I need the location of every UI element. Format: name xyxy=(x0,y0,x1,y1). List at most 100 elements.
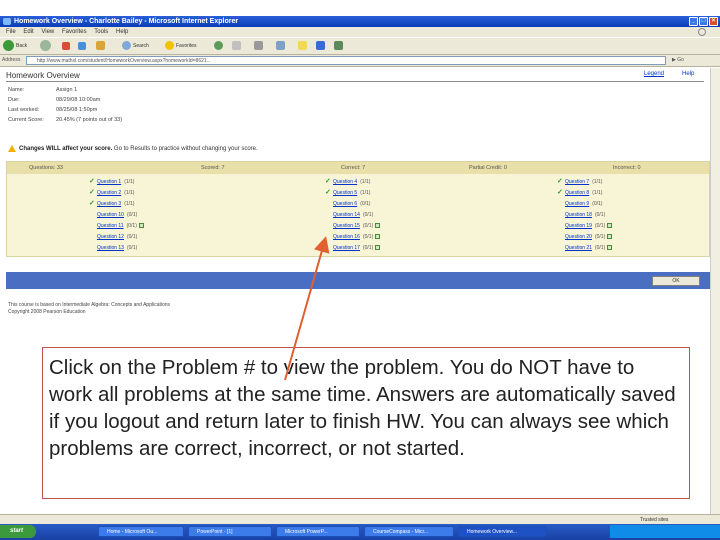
question-link[interactable]: Question 1 xyxy=(97,179,121,185)
question-row: Question 9 (0/1) xyxy=(557,200,602,208)
action-bar: OK xyxy=(6,272,710,289)
info-score-key: Current Score: xyxy=(8,117,44,123)
check-icon: ✓ xyxy=(89,200,95,207)
results-header: Questions: 33 Scored: 7 Correct: 7 Parti… xyxy=(7,162,709,174)
question-row: Question 12 (0/1) xyxy=(89,233,137,241)
question-link[interactable]: Question 15 xyxy=(333,223,360,229)
menu-bar: File Edit View Favorites Tools Help xyxy=(0,27,720,37)
print-button[interactable] xyxy=(254,40,265,53)
info-score-value: 20.45% (7 points out of 33) xyxy=(56,117,123,123)
minimize-button[interactable]: _ xyxy=(689,17,698,26)
close-button[interactable]: × xyxy=(709,17,718,26)
back-button[interactable]: Back xyxy=(3,40,27,53)
task-item[interactable]: CourseCompass - Micr... xyxy=(364,526,454,537)
history-button[interactable] xyxy=(214,40,225,53)
heading-divider xyxy=(6,81,704,82)
menu-favorites[interactable]: Favorites xyxy=(62,29,87,35)
url-input[interactable]: http://www.mathxl.com/student/HomeworkOv… xyxy=(26,56,666,65)
saved-work-icon xyxy=(607,245,613,251)
question-row: Question 14 (0/1) xyxy=(325,211,373,219)
back-label: Back xyxy=(16,43,28,49)
info-due: Due: 08/29/08 10:00am xyxy=(8,97,100,103)
check-icon: ✓ xyxy=(557,189,563,196)
question-row: Question 17 (0/1) xyxy=(325,244,381,252)
task-item[interactable]: Home - Microsoft Ou... xyxy=(98,526,184,537)
discuss-button[interactable] xyxy=(298,40,309,53)
menu-view[interactable]: View xyxy=(41,29,54,35)
question-link[interactable]: Question 21 xyxy=(565,245,592,251)
question-link[interactable]: Question 11 xyxy=(97,223,124,229)
info-last-worked-value: 08/25/08 1:50pm xyxy=(56,107,98,113)
question-link[interactable]: Question 20 xyxy=(565,234,592,240)
question-link[interactable]: Question 9 xyxy=(565,201,589,207)
menu-tools[interactable]: Tools xyxy=(94,29,108,35)
menu-file[interactable]: File xyxy=(6,29,16,35)
status-bar xyxy=(0,514,720,524)
legend-link[interactable]: Legend xyxy=(644,71,664,77)
maximize-button[interactable]: □ xyxy=(699,17,708,26)
question-status: (1/1) xyxy=(592,190,603,196)
question-row: Question 11 (0/1) xyxy=(89,222,144,230)
browser-toolbar: Back Search Favorites xyxy=(0,37,720,55)
search-button[interactable]: Search xyxy=(122,40,149,53)
favorites-button[interactable]: Favorites xyxy=(165,40,197,53)
question-link[interactable]: Question 16 xyxy=(333,234,360,240)
question-status: (0/1) xyxy=(362,234,374,240)
edit-button[interactable] xyxy=(276,40,287,53)
home-button[interactable] xyxy=(96,40,107,53)
refresh-button[interactable] xyxy=(78,40,88,53)
question-link[interactable]: Question 12 xyxy=(97,234,124,240)
question-row: Question 13 (0/1) xyxy=(89,244,137,252)
check-icon: ✓ xyxy=(325,178,331,185)
menu-help[interactable]: Help xyxy=(116,29,128,35)
question-link[interactable]: Question 8 xyxy=(565,190,589,196)
research-button[interactable] xyxy=(334,40,345,53)
question-status: (1/1) xyxy=(124,179,135,185)
question-status: (0/1) xyxy=(126,212,138,218)
menu-edit[interactable]: Edit xyxy=(23,29,33,35)
question-link[interactable]: Question 10 xyxy=(97,212,124,218)
mail-button[interactable] xyxy=(232,40,243,53)
ok-button[interactable]: OK xyxy=(652,276,700,286)
question-link[interactable]: Question 2 xyxy=(97,190,121,196)
question-link[interactable]: Question 3 xyxy=(97,201,121,207)
question-link[interactable]: Question 6 xyxy=(333,201,357,207)
question-status: (0/1) xyxy=(126,234,138,240)
question-status: (0/1) xyxy=(592,201,603,207)
stop-button[interactable] xyxy=(62,40,72,53)
question-link[interactable]: Question 13 xyxy=(97,245,124,251)
question-status: (1/1) xyxy=(592,179,603,185)
question-row: ✓ Question 3 (1/1) xyxy=(89,200,134,208)
question-row: Question 18 (0/1) xyxy=(557,211,605,219)
question-link[interactable]: Question 19 xyxy=(565,223,592,229)
question-row: ✓ Question 4 (1/1) xyxy=(325,178,370,186)
task-item[interactable]: Microsoft PowerP... xyxy=(276,526,360,537)
vertical-scrollbar[interactable] xyxy=(710,68,720,514)
forward-button[interactable] xyxy=(40,40,53,53)
question-link[interactable]: Question 18 xyxy=(565,212,592,218)
info-name: Name: Assign 1 xyxy=(8,87,77,93)
question-link[interactable]: Question 17 xyxy=(333,245,360,251)
stop-icon xyxy=(62,41,70,50)
question-row: Question 10 (0/1) xyxy=(89,211,137,219)
start-button[interactable]: start xyxy=(0,525,36,538)
help-link[interactable]: Help xyxy=(682,71,694,77)
messenger-button[interactable] xyxy=(316,40,327,53)
task-item[interactable]: PowerPoint - [1] xyxy=(188,526,272,537)
results-panel: Questions: 33 Scored: 7 Correct: 7 Parti… xyxy=(6,161,710,257)
question-status: (0/1) xyxy=(594,212,606,218)
question-row: ✓ Question 8 (1/1) xyxy=(557,189,602,197)
question-link[interactable]: Question 7 xyxy=(565,179,589,185)
question-link[interactable]: Question 5 xyxy=(333,190,357,196)
task-item-active[interactable]: Homework Overview... xyxy=(458,526,546,537)
info-name-value: Assign 1 xyxy=(56,87,78,93)
window-titlebar: Homework Overview - Charlotte Bailey - M… xyxy=(0,16,720,27)
check-icon: ✓ xyxy=(89,189,95,196)
question-link[interactable]: Question 4 xyxy=(333,179,357,185)
col-incorrect: Incorrect: 0 xyxy=(613,165,641,171)
question-icon[interactable] xyxy=(698,28,706,36)
question-link[interactable]: Question 14 xyxy=(333,212,360,218)
question-status: (0/1) xyxy=(594,223,606,229)
go-button[interactable]: ▶ Go xyxy=(672,56,708,65)
question-status: (0/1) xyxy=(594,245,606,251)
